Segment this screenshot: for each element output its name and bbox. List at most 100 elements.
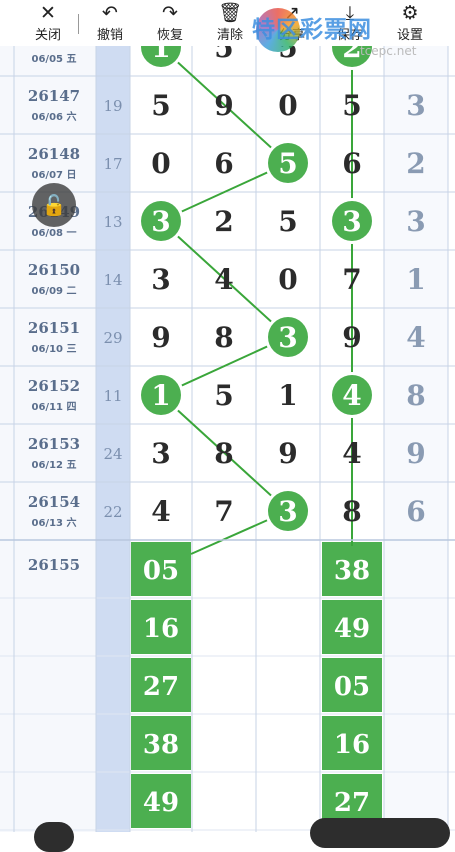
digit: 5: [151, 89, 170, 122]
toolbar-separator: [78, 14, 79, 34]
digit: 7: [214, 495, 233, 528]
period-date: 06/12 五: [32, 459, 77, 471]
sum-value: 6: [406, 495, 425, 528]
digit: 8: [342, 495, 361, 528]
hit-digit: 4: [342, 379, 361, 412]
next-period-number: 26155: [28, 556, 80, 574]
prediction-col1-number: 38: [143, 730, 179, 760]
sum-value: 2: [406, 147, 425, 180]
span-value: 11: [103, 387, 122, 405]
digit: 8: [214, 437, 233, 470]
close-label: 关闭: [34, 28, 61, 43]
settings-button[interactable]: ⚙ 设置: [380, 2, 440, 44]
close-button[interactable]: ✕ 关闭: [18, 2, 78, 44]
digit: 3: [151, 263, 170, 296]
span-value: 29: [103, 329, 122, 347]
period-date: 06/08 一: [32, 228, 77, 239]
hit-digit: 3: [278, 321, 297, 354]
toolbar: ✕ 关闭 ↶ 撤销 ↷ 恢复 🗑 清除 ↗ 分享 ⤓ 保存 ⚙ 设置: [0, 0, 455, 46]
redo-icon: ↷: [162, 2, 178, 24]
digit: 4: [214, 263, 233, 296]
sum-value: 8: [406, 379, 425, 412]
clear-label: 清除: [216, 28, 243, 43]
digit: 5: [342, 89, 361, 122]
period-date: 06/07 日: [32, 169, 77, 181]
hit-digit: 3: [342, 205, 361, 238]
sum-value: 4: [406, 321, 425, 354]
digit: 5: [214, 379, 233, 412]
span-value: 24: [103, 445, 122, 463]
prediction-col1-number: 16: [143, 614, 179, 644]
digit: 5: [278, 205, 297, 238]
period-date: 06/13 六: [32, 516, 77, 529]
digit: 0: [151, 147, 170, 180]
period-number: 26150: [28, 261, 80, 279]
floating-button-left[interactable]: [34, 822, 74, 852]
trash-icon: 🗑: [217, 2, 243, 24]
period-date: 06/05 五: [32, 53, 77, 65]
digit: 7: [342, 263, 361, 296]
prediction-col1-number: 49: [143, 788, 179, 818]
sum-value: 3: [406, 205, 425, 238]
digit: 6: [214, 147, 233, 180]
brand-url: tcepc.net: [360, 44, 417, 58]
span-value: 22: [103, 503, 122, 521]
span-value: 17: [103, 155, 122, 173]
prediction-col4-number: 05: [334, 672, 370, 702]
hit-digit: 1: [151, 379, 170, 412]
period-number: 26152: [28, 377, 80, 395]
span-value: 19: [103, 97, 122, 115]
sum-value: 3: [406, 89, 425, 122]
digit: 6: [342, 147, 361, 180]
period-date: 06/10 三: [32, 343, 77, 355]
period-date: 06/09 二: [32, 285, 77, 297]
undo-button[interactable]: ↶ 撤销: [80, 2, 140, 44]
digit: 3: [151, 437, 170, 470]
period-number: 26148: [28, 145, 80, 163]
digit: 1: [278, 379, 297, 412]
period-number: 26147: [28, 87, 80, 105]
clear-button[interactable]: 🗑 清除: [200, 2, 260, 44]
brand-watermark: 特区彩票网: [252, 17, 372, 43]
redo-label: 恢复: [156, 28, 183, 43]
period-date: 06/06 六: [32, 110, 77, 123]
prediction-col1-number: 05: [143, 556, 179, 586]
lock-icon: 🔓: [41, 193, 67, 217]
digit: 0: [278, 89, 297, 122]
prediction-col1-number: 27: [143, 672, 179, 702]
span-value: 14: [103, 271, 122, 289]
floating-button-right[interactable]: [310, 818, 450, 848]
period-number: 26153: [28, 435, 80, 453]
close-icon: ✕: [40, 2, 56, 24]
period-number: 26151: [28, 319, 80, 337]
sum-value: 9: [406, 437, 425, 470]
lock-button[interactable]: 🔓: [32, 183, 76, 227]
prediction-col4-number: 16: [334, 730, 370, 760]
gear-icon: ⚙: [401, 2, 419, 24]
digit: 9: [151, 321, 170, 354]
prediction-col4-number: 49: [334, 614, 370, 644]
digit: 9: [214, 89, 233, 122]
period-number: 26154: [28, 493, 80, 511]
span-value: 13: [103, 213, 122, 231]
hit-digit: 5: [278, 147, 297, 180]
hit-digit: 3: [278, 495, 297, 528]
undo-icon: ↶: [102, 2, 118, 24]
prediction-col4-number: 27: [334, 788, 370, 818]
span-column-background: [96, 0, 130, 832]
digit: 9: [278, 437, 297, 470]
digit: 4: [342, 437, 361, 470]
undo-label: 撤销: [96, 28, 123, 43]
sum-value: 1: [406, 263, 425, 296]
digit: 0: [278, 263, 297, 296]
redo-button[interactable]: ↷ 恢复: [140, 2, 200, 44]
digit: 2: [214, 205, 233, 238]
digit: 9: [342, 321, 361, 354]
period-date: 06/11 四: [32, 401, 77, 413]
prediction-col4-number: 38: [334, 556, 370, 586]
digit: 8: [214, 321, 233, 354]
sum-column-background: [384, 0, 448, 832]
digit: 4: [151, 495, 170, 528]
hit-digit: 3: [151, 205, 170, 238]
lottery-trend-chart[interactable]: 0516273849384905162706/05 五15522614706/0…: [0, 0, 455, 832]
